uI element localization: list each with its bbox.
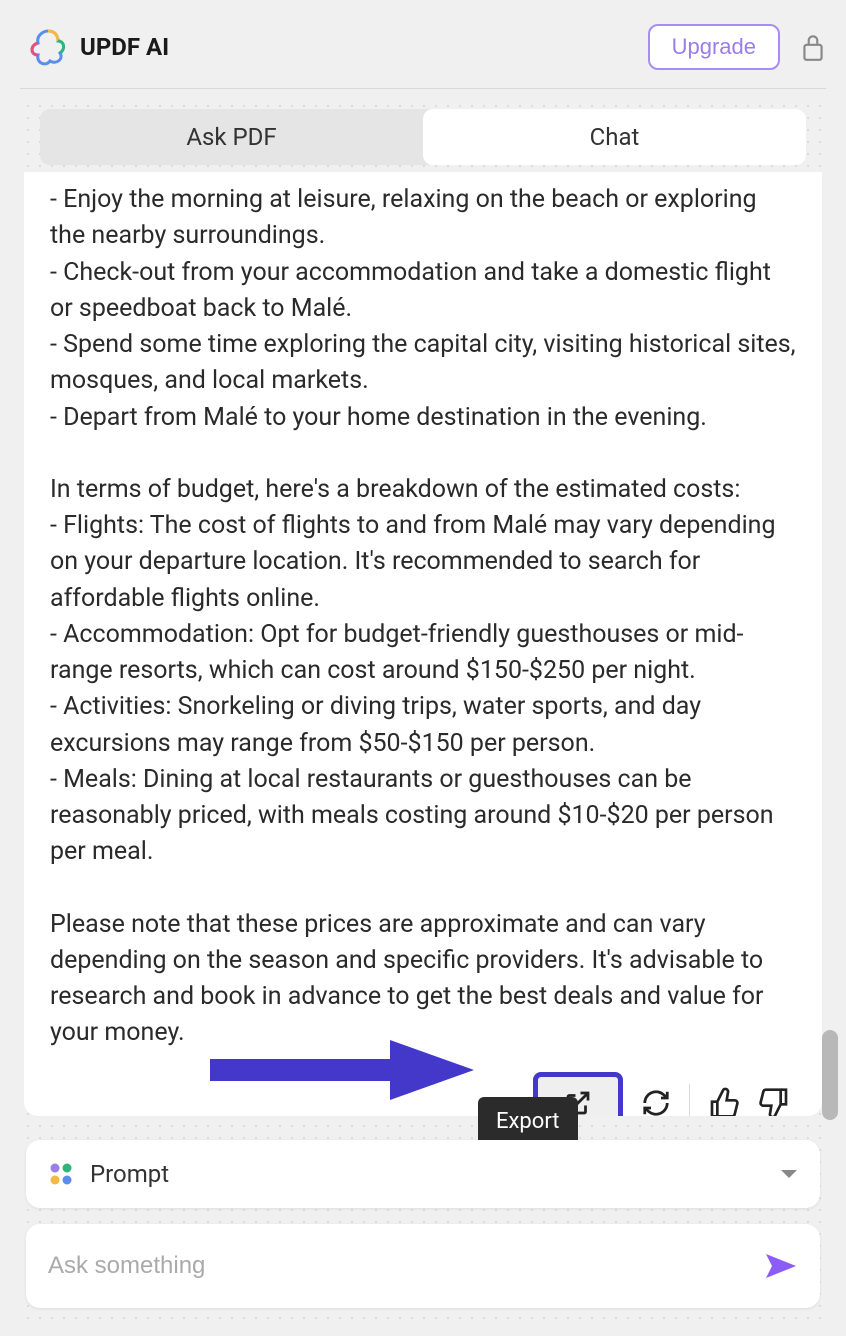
chat-message-card: - Enjoy the morning at leisure, relaxing… [24,172,822,1116]
export-tooltip: Export [478,1097,578,1146]
chat-input-bar [26,1224,820,1308]
chevron-down-icon [780,1168,798,1180]
annotation-arrow [200,1022,480,1102]
regenerate-button[interactable] [641,1088,671,1117]
budget-line: - Accommodation: Opt for budget-friendly… [50,617,796,690]
tab-ask-pdf[interactable]: Ask PDF [40,109,423,165]
budget-line: - Flights: The cost of flights to and fr… [50,508,796,617]
scrollbar-thumb[interactable] [822,1030,838,1120]
prompt-selector[interactable]: Prompt [26,1140,820,1208]
budget-line: - Activities: Snorkeling or diving trips… [50,689,796,762]
tabs-container: Ask PDF Chat [40,109,806,165]
action-divider [689,1084,690,1117]
budget-intro: In terms of budget, here's a breakdown o… [50,472,796,508]
thumbs-up-button[interactable] [708,1087,740,1117]
message-line: - Depart from Malé to your home destinat… [50,400,796,436]
prompt-dots-icon [48,1161,74,1187]
thumbs-down-button[interactable] [758,1087,790,1117]
header-divider [20,88,826,89]
app-name: UPDF AI [80,33,169,61]
app-logo-icon [28,27,68,67]
budget-line: - Meals: Dining at local restaurants or … [50,762,796,871]
tab-chat[interactable]: Chat [423,109,806,165]
message-line: - Spend some time exploring the capital … [50,327,796,400]
upgrade-button[interactable]: Upgrade [648,24,780,70]
message-line: - Enjoy the morning at leisure, relaxing… [50,182,796,255]
chat-input[interactable] [48,1252,748,1280]
send-button[interactable] [764,1252,798,1280]
logo-area: UPDF AI [28,27,169,67]
message-line: - Check-out from your accommodation and … [50,255,796,328]
message-text: - Enjoy the morning at leisure, relaxing… [50,182,796,1052]
prompt-label: Prompt [90,1160,764,1188]
app-header: UPDF AI Upgrade [0,0,846,88]
lock-icon[interactable] [800,32,826,62]
